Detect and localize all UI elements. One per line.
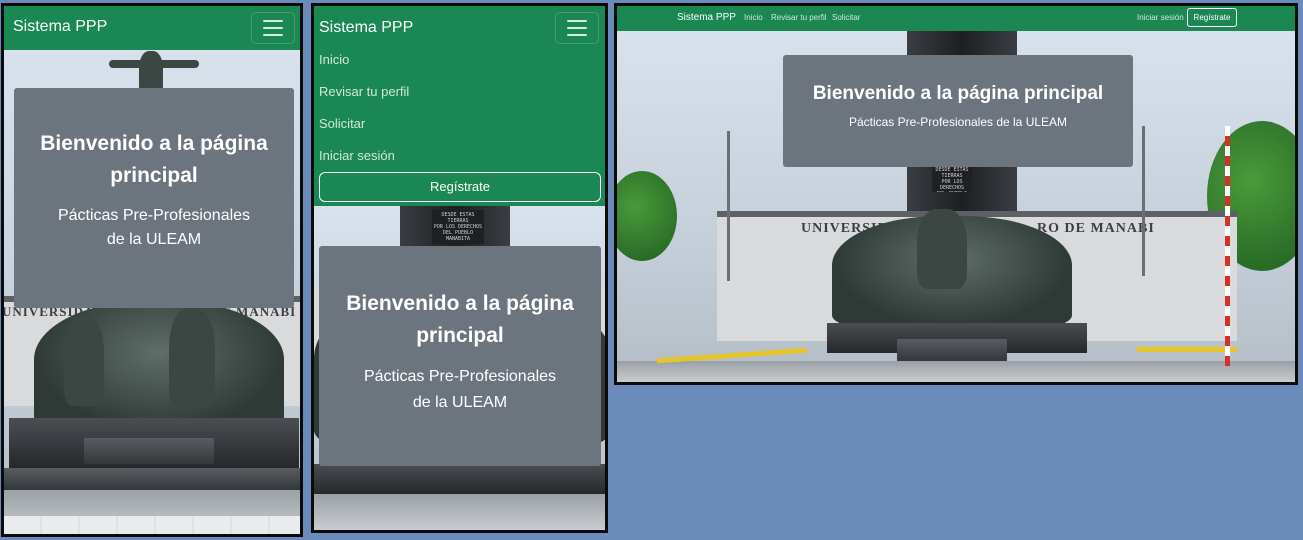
hero-card: Bienvenido a la página principal Páctica… (783, 55, 1133, 167)
hamburger-icon (263, 20, 283, 22)
navbar: Sistema PPP (4, 6, 300, 50)
hero-subtitle: Pácticas Pre-Profesionales de la ULEAM (363, 368, 557, 411)
statue-figure (169, 308, 215, 408)
hero-subtitle: Pácticas Pre-Profesionales de la ULEAM (848, 115, 1068, 129)
gate-barrier (1225, 126, 1230, 366)
monument-step (897, 339, 1007, 361)
hero-subtitle: Pácticas Pre-Profesionales de la ULEAM (57, 207, 251, 248)
navbar-brand[interactable]: Sistema PPP (319, 19, 413, 37)
nav-link-perfil[interactable]: Revisar tu perfil (319, 76, 601, 108)
monument-step (84, 438, 214, 464)
monument-base (4, 468, 300, 490)
statue-figure (64, 316, 104, 406)
navbar-brand[interactable]: Sistema PPP (13, 18, 107, 36)
navbar-toggler-button[interactable] (251, 12, 295, 44)
wall-lettering-right: RO DE MANABI (1037, 221, 1155, 236)
navbar-toggler-button[interactable] (555, 12, 599, 44)
register-button[interactable]: Regístrate (319, 172, 601, 202)
register-button[interactable]: Regístrate (1187, 8, 1237, 27)
navbar: Sistema PPP Inicio Revisar tu perfil Sol… (617, 6, 1295, 31)
plaque-line: DEL PUEBLO (932, 191, 972, 192)
hero-card: Bienvenido a la página principal Páctica… (319, 246, 601, 466)
hero-title: Bienvenido a la página principal (812, 83, 1104, 104)
hamburger-icon (263, 34, 283, 36)
hero-title: Bienvenido a la página principal (40, 132, 268, 187)
plaque-line: DESDE ESTAS TIERRAS (935, 167, 969, 179)
hamburger-icon (567, 27, 587, 29)
road-curb (1137, 347, 1237, 352)
nav-link-perfil[interactable]: Revisar tu perfil (771, 13, 827, 22)
nav-link-iniciar-sesion[interactable]: Iniciar sesión (1137, 13, 1184, 22)
nav-link-iniciar-sesion[interactable]: Iniciar sesión (319, 140, 601, 172)
nav-link-solicitar[interactable]: Solicitar (319, 108, 601, 140)
navbar-expanded: Sistema PPP Inicio Revisar tu perfil Sol… (314, 6, 605, 206)
light-pole (727, 131, 730, 281)
plaque-line: MANABITA (445, 236, 471, 242)
monument-plaque: DESDE ESTAS TIERRAS POR LOS DERECHOS DEL… (432, 210, 484, 244)
monument-pedestal (314, 464, 605, 494)
hamburger-icon (567, 20, 587, 22)
nav-link-solicitar[interactable]: Solicitar (832, 13, 860, 22)
plaque-line: POR LOS DERECHOS (939, 179, 965, 191)
hero-title: Bienvenido a la página principal (346, 292, 574, 347)
mobile-view-collapsed: UNIVERSIDAD RO DE MANABI Sistema PPP Bie… (1, 3, 303, 537)
ground (617, 361, 1295, 382)
statue-figure (917, 209, 967, 289)
hamburger-icon (263, 27, 283, 29)
monument-plaque: DESDE ESTAS TIERRAS POR LOS DERECHOS DEL… (932, 166, 972, 192)
ground (314, 494, 605, 530)
hamburger-icon (567, 34, 587, 36)
desktop-view: UNIVERSIDAD RO DE MANABI DESDE ESTAS TIE… (614, 3, 1298, 385)
light-pole (1142, 126, 1145, 276)
nav-link-inicio[interactable]: Inicio (744, 13, 763, 22)
nav-link-inicio[interactable]: Inicio (319, 44, 601, 76)
pavement (4, 516, 300, 534)
mobile-view-expanded: DESDE ESTAS TIERRAS POR LOS DERECHOS DEL… (311, 3, 608, 533)
plaque-line: DESDE ESTAS TIERRAS (441, 212, 475, 224)
nav-menu: Inicio Revisar tu perfil Solicitar Inici… (319, 44, 601, 202)
navbar-brand[interactable]: Sistema PPP (677, 12, 736, 23)
hero-card: Bienvenido a la página principal Páctica… (14, 88, 294, 308)
statue-arms (109, 60, 199, 68)
